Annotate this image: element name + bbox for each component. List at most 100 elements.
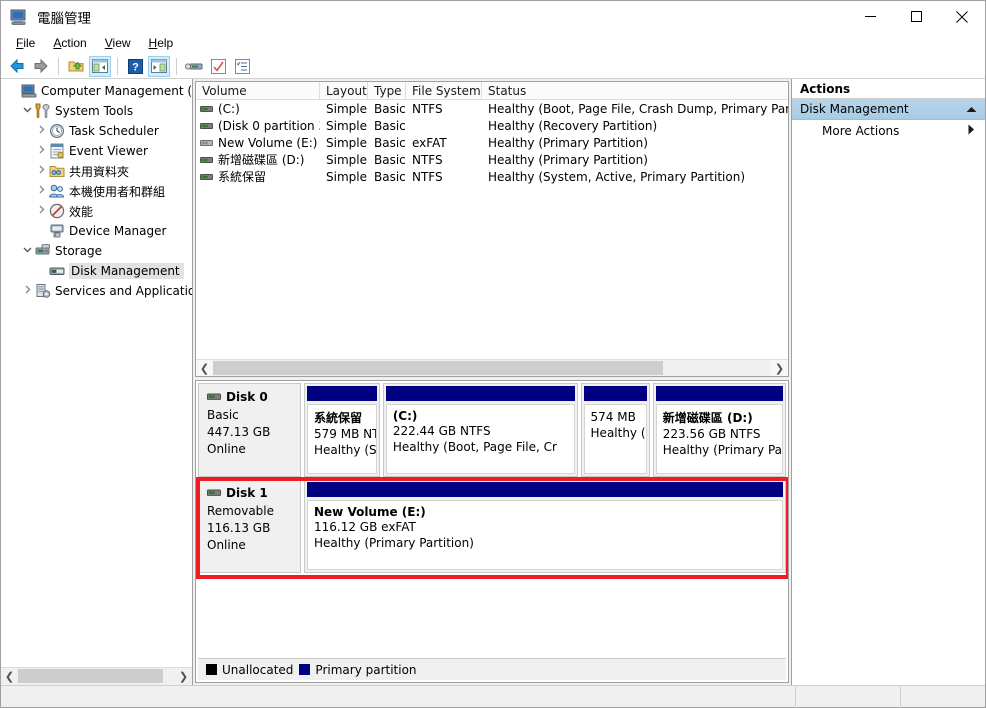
volume-scroll-right-arrow-icon[interactable]: ❯ — [771, 360, 788, 377]
console-tree-pane: Computer Management (Local System Tools Ta… — [1, 79, 193, 685]
show-hide-action-pane-icon[interactable] — [148, 55, 170, 77]
chevron-right-icon[interactable] — [37, 205, 46, 217]
chevron-right-icon[interactable] — [968, 124, 985, 138]
volume-scroll-thumb[interactable] — [213, 360, 663, 375]
legend-label-primary-partition: Primary partition — [315, 662, 417, 677]
volume-column-header-3[interactable]: File System — [406, 82, 482, 99]
cell-volume: (Disk 0 partition 3) — [196, 119, 320, 133]
disk-row-1[interactable]: Disk 1 Removable 116.13 GB Online New Volume… — [198, 479, 786, 573]
volume-scroll-left-arrow-icon[interactable]: ❮ — [196, 360, 213, 377]
tree-twisty-8[interactable] — [19, 245, 35, 257]
volume-name-label: 新增磁碟區 (D:) — [218, 153, 305, 167]
tree-scroll-thumb[interactable] — [18, 669, 163, 683]
chevron-right-icon[interactable] — [37, 125, 46, 137]
clock-icon — [49, 123, 65, 139]
volume-column-header-0[interactable]: Volume — [196, 82, 320, 99]
menu-file[interactable]: File — [7, 34, 44, 52]
tree-item-9[interactable]: Disk Management — [1, 261, 192, 281]
volume-list-horizontal-scrollbar[interactable]: ❮ ❯ — [196, 359, 788, 376]
tree-item-1[interactable]: System Tools — [1, 101, 192, 121]
maximize-button[interactable] — [893, 1, 939, 32]
disk-row-0[interactable]: Disk 0 Basic 447.13 GB Online 系統保留 579 MB NTF… — [198, 383, 786, 477]
volume-name-label: (C:) — [218, 101, 240, 116]
table-row[interactable]: New Volume (E:) Simple Basic exFAT Healthy (… — [196, 134, 788, 151]
rescan-disks-icon[interactable] — [183, 56, 205, 77]
legend-label-unallocated: Unallocated — [222, 662, 294, 677]
partition-color-bar — [307, 482, 783, 497]
table-row[interactable]: 新增磁碟區 (D:) Simple Basic NTFS Healthy (Primar… — [196, 151, 788, 168]
tree-scroll-track[interactable] — [18, 668, 175, 685]
chevron-down-icon[interactable] — [23, 245, 32, 257]
partition-size-label: 223.56 GB NTFS — [662, 427, 761, 441]
table-row[interactable]: 系統保留 Simple Basic NTFS Healthy (System, Acti… — [196, 168, 788, 185]
forward-icon[interactable] — [30, 56, 52, 77]
scroll-left-arrow-icon[interactable]: ❮ — [1, 668, 18, 685]
volume-column-header-2[interactable]: Type — [368, 82, 406, 99]
disk-info-panel-0[interactable]: Disk 0 Basic 447.13 GB Online — [198, 383, 301, 477]
computer-management-icon — [10, 9, 26, 25]
partition-0-3[interactable]: 新增磁碟區 (D:) 223.56 GB NTFS Healthy (Primary… — [652, 383, 786, 477]
toolbar-separator-1 — [58, 57, 59, 75]
svg-text:?: ? — [132, 61, 139, 73]
chevron-up-icon[interactable] — [966, 102, 977, 116]
cell-layout: Simple — [326, 118, 367, 133]
close-button[interactable] — [939, 1, 985, 32]
chevron-right-icon[interactable] — [37, 145, 46, 157]
tree-twisty-2[interactable] — [33, 125, 49, 137]
tree-horizontal-scrollbar[interactable]: ❮ ❯ — [1, 667, 192, 685]
chevron-down-icon[interactable] — [23, 105, 32, 117]
tree-item-7[interactable]: Device Manager — [1, 221, 192, 241]
tree-item-0[interactable]: Computer Management (Local — [1, 81, 192, 101]
chevron-right-icon[interactable] — [37, 185, 46, 197]
tree-twisty-3[interactable] — [33, 145, 49, 157]
tree-twisty-5[interactable] — [33, 185, 49, 197]
show-hide-console-tree-icon[interactable] — [89, 55, 111, 77]
menu-view[interactable]: View — [96, 34, 140, 52]
menu-action[interactable]: Action — [44, 34, 95, 52]
disk-info-panel-1[interactable]: Disk 1 Removable 116.13 GB Online — [198, 479, 301, 573]
partition-details: 系統保留 579 MB NTFS Healthy (Syst — [307, 404, 377, 474]
partition-details: 574 MB Healthy (Rec — [583, 404, 647, 474]
cell-filesystem: NTFS — [412, 101, 443, 116]
tree-twisty-1[interactable] — [19, 105, 35, 117]
table-row[interactable]: (C:) Simple Basic NTFS Healthy (Boot, Page F… — [196, 100, 788, 117]
computer-icon — [21, 84, 37, 98]
action-item-more-actions[interactable]: More Actions — [792, 120, 985, 142]
volume-column-header-4[interactable]: Status — [482, 82, 788, 99]
partition-name-label: 系統保留 — [314, 411, 363, 425]
chevron-right-icon[interactable] — [23, 285, 32, 297]
disk-partitions-0: 系統保留 579 MB NTFS Healthy (Syst (C:)222.44 G… — [301, 383, 786, 477]
all-tasks-icon[interactable] — [231, 56, 253, 77]
partition-0-0[interactable]: 系統保留 579 MB NTFS Healthy (Syst — [304, 383, 380, 477]
scroll-right-arrow-icon[interactable]: ❯ — [175, 668, 192, 685]
partition-1-0[interactable]: New Volume (E:) 116.12 GB exFAT Healthy (P… — [304, 479, 786, 573]
tree-twisty-4[interactable] — [33, 165, 49, 177]
tree-twisty-6[interactable] — [33, 205, 49, 217]
properties-icon[interactable] — [207, 56, 229, 77]
actions-group-disk-management[interactable]: Disk Management — [792, 99, 985, 120]
tree-item-6[interactable]: 效能 — [1, 201, 192, 221]
tree-item-8[interactable]: Storage — [1, 241, 192, 261]
up-folder-icon[interactable] — [65, 56, 87, 77]
tree-item-10[interactable]: Services and Applications — [1, 281, 192, 301]
back-icon[interactable] — [6, 56, 28, 77]
tools-icon — [35, 103, 50, 119]
partition-0-1[interactable]: (C:) 222.44 GB NTFS Healthy (Boot, Page Fi… — [382, 383, 578, 477]
table-row[interactable]: (Disk 0 partition 3) Simple Basic Healthy (… — [196, 117, 788, 134]
menu-help-label-rest: elp — [157, 36, 174, 50]
tree-twisty-10[interactable] — [19, 285, 35, 297]
console-tree[interactable]: Computer Management (Local System Tools Ta… — [1, 79, 192, 667]
tree-item-5[interactable]: 本機使用者和群組 — [1, 181, 192, 201]
help-icon[interactable]: ? — [124, 56, 146, 77]
tree-item-2[interactable]: Task Scheduler — [1, 121, 192, 141]
volume-column-header-1[interactable]: Layout — [320, 82, 368, 99]
menu-help[interactable]: Help — [140, 34, 183, 52]
tree-item-3[interactable]: Event Viewer — [1, 141, 192, 161]
volume-scroll-track[interactable] — [213, 359, 771, 376]
tree-item-4[interactable]: 共用資料夾 — [1, 161, 192, 181]
volume-list-rows[interactable]: (C:) Simple Basic NTFS Healthy (Boot, Page F… — [196, 100, 788, 359]
volume-icon-gray — [200, 139, 213, 146]
minimize-button[interactable] — [847, 1, 893, 32]
chevron-right-icon[interactable] — [37, 165, 46, 177]
partition-0-2[interactable]: 574 MB Healthy (Rec — [580, 383, 650, 477]
